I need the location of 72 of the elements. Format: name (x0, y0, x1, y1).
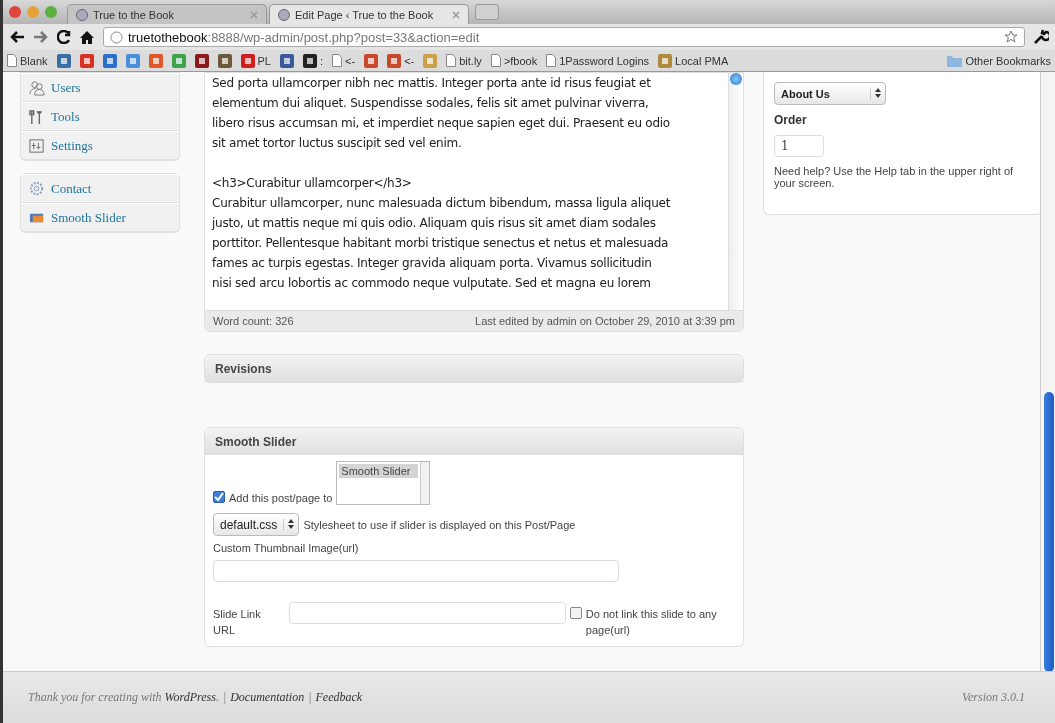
checkbox[interactable] (569, 607, 582, 619)
list-option[interactable]: Smooth Slider (339, 464, 419, 478)
menu-item[interactable]: Contact (21, 174, 179, 203)
wordpress-link[interactable]: WordPress (164, 690, 216, 704)
footer-separator: | (222, 690, 227, 705)
menu-item[interactable]: Settings (21, 131, 179, 160)
bookmark[interactable]: Local PMA (658, 53, 729, 68)
page-icon (7, 54, 17, 67)
globe-icon (278, 8, 290, 21)
panel-header[interactable]: Revisions (205, 355, 743, 382)
menu-item[interactable]: Smooth Slider (21, 203, 179, 232)
browser-tab[interactable]: True to the Book (67, 4, 267, 24)
page-scrollbar[interactable] (1040, 72, 1055, 671)
home-icon[interactable] (79, 30, 95, 44)
bookmark[interactable]: Other Bookmarks (947, 54, 1051, 67)
word-count: Word count: 326 (213, 315, 294, 327)
updown-arrows-icon (288, 518, 295, 529)
address-bar[interactable]: truetothebook:8888/wp-admin/post.php?post=33&action=edit (103, 27, 1025, 47)
documentation-link[interactable]: Documentation (230, 690, 305, 705)
footer-separator: | (308, 690, 312, 705)
new-tab-button[interactable] (475, 4, 499, 20)
close-icon[interactable] (452, 10, 460, 19)
bookmark[interactable]: <- (387, 53, 415, 68)
back-icon[interactable] (9, 30, 25, 44)
parent-select[interactable]: About Us (774, 82, 886, 105)
bookmark[interactable]: PL (240, 53, 271, 68)
wrench-icon[interactable] (1033, 29, 1049, 45)
checkbox[interactable] (213, 491, 225, 503)
footer-credit: Thank you for creating with WordPress. (28, 690, 219, 705)
folder-icon (947, 54, 963, 67)
page-icon (332, 54, 343, 67)
feedback-link[interactable]: Feedback (315, 690, 363, 705)
stylesheet-select[interactable]: default.css (213, 513, 300, 536)
updown-arrows-icon (875, 87, 881, 98)
globe-icon (76, 8, 88, 21)
bookmark[interactable]: bit.ly (446, 54, 482, 67)
version-text: Version 3.0.1 (962, 690, 1025, 705)
thumbnail-url-field[interactable] (213, 560, 619, 582)
slide-link-url-field[interactable] (289, 602, 566, 624)
checkbox-label: Add this post/page to (229, 492, 333, 504)
window-close-button[interactable] (9, 6, 21, 18)
field-label: Slide Link URL (213, 607, 262, 638)
settings-icon (29, 137, 45, 154)
bookmark[interactable]: 1Password Logins (546, 54, 650, 67)
menu-item[interactable]: Tools (21, 102, 179, 131)
order-label: Order (774, 113, 808, 127)
bookmark[interactable]: <- (332, 54, 356, 67)
bookmark[interactable]: >fbook (490, 54, 538, 67)
contact-icon (29, 180, 45, 197)
globe-icon (110, 30, 123, 44)
bookmark[interactable]: Blank (7, 54, 48, 67)
forward-icon[interactable] (33, 30, 49, 44)
page-icon (490, 54, 501, 67)
panel-header[interactable]: Smooth Slider (205, 428, 743, 455)
field-label: Custom Thumbnail Image(url) (213, 542, 360, 554)
order-field[interactable]: 1 (774, 135, 824, 157)
help-text: Need help? Use the Help tab in the upper right of your screen. (774, 165, 1015, 189)
tools-icon (29, 108, 45, 125)
browser-tab[interactable]: Edit Page ‹ True to the Book (269, 4, 469, 24)
star-icon[interactable] (1004, 30, 1018, 44)
checkbox-label: Do not link this slide to any page(url) (585, 607, 718, 638)
page-icon (546, 54, 557, 67)
menu-item[interactable]: Users (21, 73, 179, 102)
editor-textarea[interactable]: Sed porta ullamcorper nibh nec mattis. Integer porta ante id risus feugiat et elementum dui aliquet. Suspendisse sodales, felis sit amet pulvinar viverra, libero risus accumsan mi, et imperdiet neque sapien eget dui. Praesent eu odio sit amet tortor luctus suscipit sed vel enim. <h3>Curabitur ullamcorper</h3> Curabitur ullamcorper, nunc malesuada dictum bibendum, massa ligula aliquet justo, ut mattis neque mi quis odio. Aliquam quis risus sit amet diam sodales porttitor. Pellentesque habitant morbi tristique senectus et netus et malesuada fames ac turpis egestas. Integer gravida aliquam porta. Vivamus sollicitudin nisi sed arcu lobortis ac commodo neque vulputate. Sed et magna eu lorem (205, 73, 728, 310)
scrollbar[interactable] (728, 73, 743, 310)
page-icon (446, 54, 457, 67)
bookmark[interactable]: : (303, 53, 324, 68)
stylesheet-hint: Stylesheet to use if slider is displayed on this Post/Page (303, 518, 576, 531)
reload-icon[interactable] (57, 30, 71, 44)
users-icon (29, 79, 45, 96)
slider-listbox[interactable]: Smooth Slider (336, 461, 431, 505)
last-edited-note: Last edited by admin on October 29, 2010 at 3:39 pm (475, 315, 735, 327)
